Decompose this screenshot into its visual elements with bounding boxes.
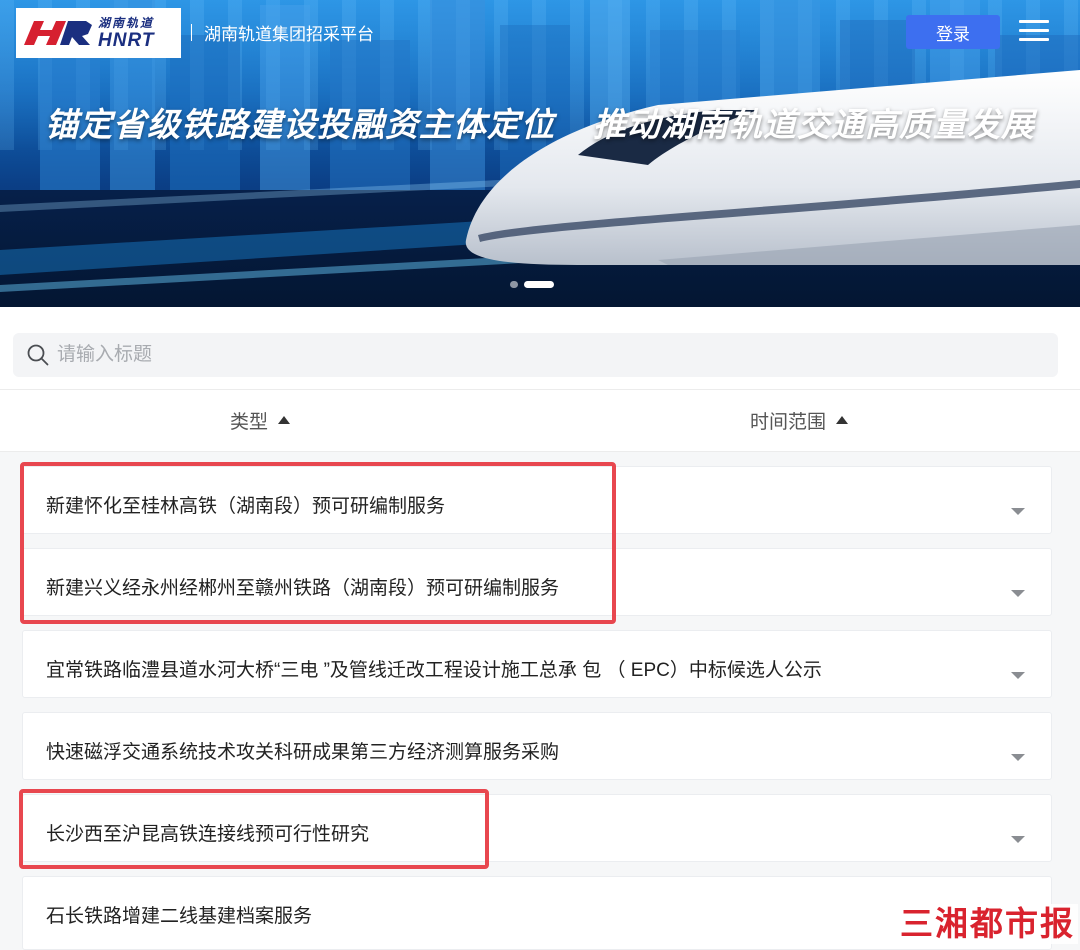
list-item[interactable]: 新建怀化至桂林高铁（湖南段）预可研编制服务 [22,466,1052,534]
list-item-title: 新建兴义经永州经郴州至赣州铁路（湖南段）预可研编制服务 [46,578,560,599]
chevron-down-icon[interactable] [1011,590,1025,597]
chevron-down-icon[interactable] [1011,508,1025,515]
hnrt-logo-icon [24,21,92,45]
menu-bar [1019,20,1049,23]
list-item[interactable]: 宜常铁路临澧县道水河大桥“三电 ”及管线迁改工程设计施工总承 包 （ EPC）中… [22,630,1052,698]
divider [0,389,1080,390]
menu-bar [1019,38,1049,41]
slogan-left: 锚定省级铁路建设投融资主体定位 [45,106,555,143]
filter-time-label: 时间范围 [750,412,827,433]
chevron-down-icon[interactable] [1011,754,1025,761]
menu-bar [1019,29,1049,32]
list-item-title: 新建怀化至桂林高铁（湖南段）预可研编制服务 [46,496,446,517]
platform-title: 湖南轨道集团招采平台 [191,20,374,45]
filter-time-range[interactable]: 时间范围 [750,407,849,434]
list-item-title: 长沙西至沪昆高铁连接线预可行性研究 [46,824,370,845]
chevron-down-icon[interactable] [1011,672,1025,679]
list-item-title: 宜常铁路临澧县道水河大桥“三电 ”及管线迁改工程设计施工总承 包 （ EPC）中… [46,660,822,681]
list-item[interactable]: 快速磁浮交通系统技术攻关科研成果第三方经济测算服务采购 [22,712,1052,780]
filter-type[interactable]: 类型 [230,407,291,434]
search-icon [27,344,49,366]
search-bar[interactable] [13,333,1058,377]
chevron-down-icon[interactable] [1011,836,1025,843]
platform-title-text: 湖南轨道集团招采平台 [204,25,374,44]
list-item[interactable]: 新建兴义经永州经郴州至赣州铁路（湖南段）预可研编制服务 [22,548,1052,616]
caret-up-icon [278,415,291,424]
logo-cn-text: 湖南轨道 [98,15,155,30]
hero-banner[interactable]: 湖南轨道 HNRT 湖南轨道集团招采平台 登录 锚定省级铁路建设投融资主体定位 … [0,0,1080,307]
company-logo[interactable]: 湖南轨道 HNRT [16,8,181,58]
bullet-train-graphic [465,70,1080,265]
list-item-title: 快速磁浮交通系统技术攻关科研成果第三方经济测算服务采购 [46,742,560,763]
caret-up-icon [836,415,849,424]
carousel-dot[interactable] [510,281,518,288]
title-divider [191,24,192,41]
slogan-right: 推动湖南轨道交通高质量发展 [593,106,1035,143]
logo-text: 湖南轨道 HNRT [98,17,154,50]
logo-en-text: HNRT [98,29,155,51]
list-item[interactable]: 长沙西至沪昆高铁连接线预可行性研究 [22,794,1052,862]
list-item-title: 石长铁路增建二线基建档案服务 [46,906,313,927]
search-input[interactable] [57,344,957,366]
carousel-indicators [510,281,554,288]
banner-slogan: 锚定省级铁路建设投融资主体定位 推动湖南轨道交通高质量发展 [0,98,1080,146]
login-button[interactable]: 登录 [906,15,1000,49]
filter-type-label: 类型 [230,412,269,433]
carousel-dot-active[interactable] [524,281,554,288]
hamburger-icon[interactable] [1019,20,1049,42]
newspaper-watermark: 三湘都市报 [897,904,1078,944]
